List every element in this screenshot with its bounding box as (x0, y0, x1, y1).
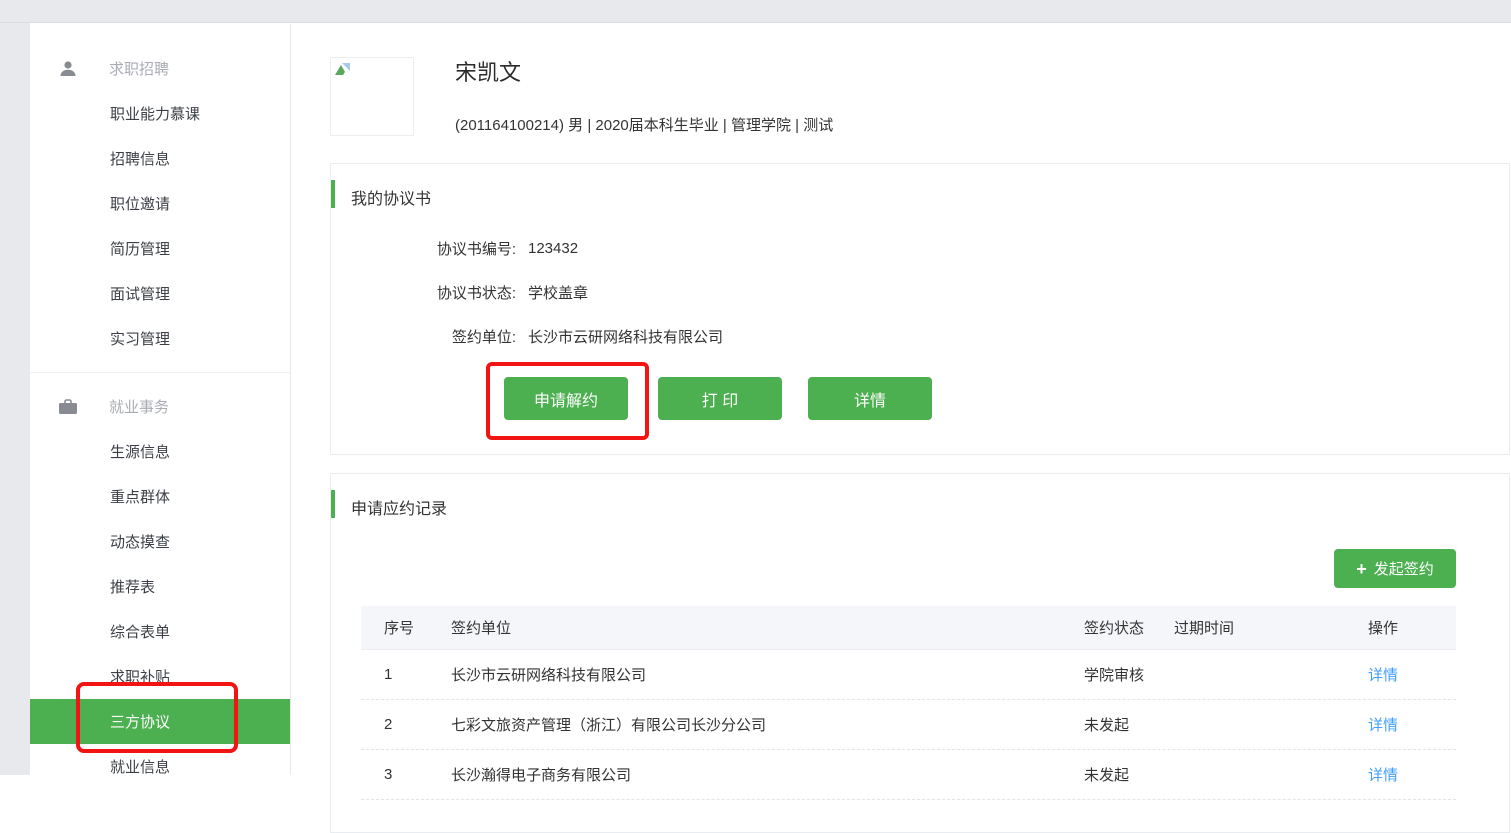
sidebar-item-key-groups[interactable]: 重点群体 (30, 474, 290, 519)
field-label: 协议书编号: (396, 238, 516, 259)
agreement-number-field: 协议书编号: 123432 (396, 236, 723, 260)
application-records-card: 申请应约记录 + 发起签约 序号 签约单位 签约状态 过期时间 操作 1 长沙市… (330, 473, 1510, 833)
sidebar-section-jobseeking: 求职招聘 (30, 46, 290, 91)
sidebar-section-label: 就业事务 (109, 396, 169, 417)
top-strip (0, 0, 1511, 23)
records-table: 序号 签约单位 签约状态 过期时间 操作 1 长沙市云研网络科技有限公司 学院审… (361, 606, 1456, 800)
field-value: 123432 (528, 240, 578, 257)
cell-company: 长沙市云研网络科技有限公司 (428, 664, 1061, 685)
sidebar-item-employment-info[interactable]: 就业信息 (30, 744, 290, 789)
cell-status: 学院审核 (1061, 664, 1151, 685)
column-header-action: 操作 (1361, 617, 1456, 638)
sidebar-item-job-subsidy[interactable]: 求职补贴 (30, 654, 290, 699)
cell-company: 七彩文旅资产管理（浙江）有限公司长沙分公司 (428, 714, 1061, 735)
my-agreement-card: 我的协议书 协议书编号: 123432 协议书状态: 学校盖章 签约单位: 长沙… (330, 163, 1510, 455)
create-agreement-label: 发起签约 (1374, 558, 1434, 579)
avatar (330, 57, 414, 136)
create-agreement-button[interactable]: + 发起签约 (1334, 549, 1456, 588)
sidebar-item-job-invitation[interactable]: 职位邀请 (30, 181, 290, 226)
sidebar-item-dynamic-survey[interactable]: 动态摸查 (30, 519, 290, 564)
sidebar-item-comprehensive-forms[interactable]: 综合表单 (30, 609, 290, 654)
sidebar-item-internship-management[interactable]: 实习管理 (30, 316, 290, 361)
terminate-agreement-button[interactable]: 申请解约 (504, 377, 628, 420)
sidebar-section-label: 求职招聘 (109, 58, 169, 79)
broken-image-icon (334, 61, 352, 77)
column-header-expire: 过期时间 (1151, 617, 1361, 638)
sidebar-item-resume-management[interactable]: 简历管理 (30, 226, 290, 271)
print-button[interactable]: 打 印 (658, 377, 782, 420)
column-header-no: 序号 (361, 617, 428, 638)
column-header-status: 签约状态 (1061, 617, 1151, 638)
sidebar-item-tripartite-agreement[interactable]: 三方协议 (30, 699, 290, 744)
row-detail-link[interactable]: 详情 (1368, 667, 1398, 684)
detail-button[interactable]: 详情 (808, 377, 932, 420)
cell-no: 1 (361, 666, 428, 683)
section-accent-bar (331, 180, 335, 208)
sidebar-item-recruit-info[interactable]: 招聘信息 (30, 136, 290, 181)
section-accent-bar (331, 490, 335, 518)
column-header-company: 签约单位 (428, 617, 1061, 638)
sidebar-divider (30, 372, 290, 373)
field-label: 签约单位: (396, 326, 516, 347)
row-detail-link[interactable]: 详情 (1368, 767, 1398, 784)
briefcase-icon (58, 397, 78, 417)
sidebar-item-recommendation-form[interactable]: 推荐表 (30, 564, 290, 609)
plus-icon: + (1356, 560, 1367, 578)
field-label: 协议书状态: (396, 282, 516, 303)
agreement-fields: 协议书编号: 123432 协议书状态: 学校盖章 签约单位: 长沙市云研网络科… (396, 236, 723, 348)
table-row: 3 长沙瀚得电子商务有限公司 未发起 详情 (361, 750, 1456, 800)
left-strip (0, 23, 30, 775)
table-row: 2 七彩文旅资产管理（浙江）有限公司长沙分公司 未发起 详情 (361, 700, 1456, 750)
student-name: 宋凯文 (455, 55, 521, 87)
sidebar-item-source-info[interactable]: 生源信息 (30, 429, 290, 474)
sidebar-section-employment: 就业事务 (30, 384, 290, 429)
student-info: (201164100214) 男 | 2020届本科生毕业 | 管理学院 | 测… (455, 114, 833, 135)
cell-no: 2 (361, 716, 428, 733)
table-row: 1 长沙市云研网络科技有限公司 学院审核 详情 (361, 650, 1456, 700)
records-section-title: 申请应约记录 (351, 495, 447, 519)
signing-company-field: 签约单位: 长沙市云研网络科技有限公司 (396, 324, 723, 348)
sidebar-item-mooc[interactable]: 职业能力慕课 (30, 91, 290, 136)
cell-status: 未发起 (1061, 714, 1151, 735)
user-icon (58, 59, 78, 79)
agreement-section-title: 我的协议书 (351, 185, 431, 209)
sidebar-item-interview-management[interactable]: 面试管理 (30, 271, 290, 316)
agreement-status-field: 协议书状态: 学校盖章 (396, 280, 723, 304)
sidebar: 求职招聘 职业能力慕课 招聘信息 职位邀请 简历管理 面试管理 实习管理 就业事… (30, 24, 291, 775)
table-header-row: 序号 签约单位 签约状态 过期时间 操作 (361, 606, 1456, 650)
field-value: 学校盖章 (528, 282, 588, 303)
field-value: 长沙市云研网络科技有限公司 (528, 326, 723, 347)
row-detail-link[interactable]: 详情 (1368, 717, 1398, 734)
